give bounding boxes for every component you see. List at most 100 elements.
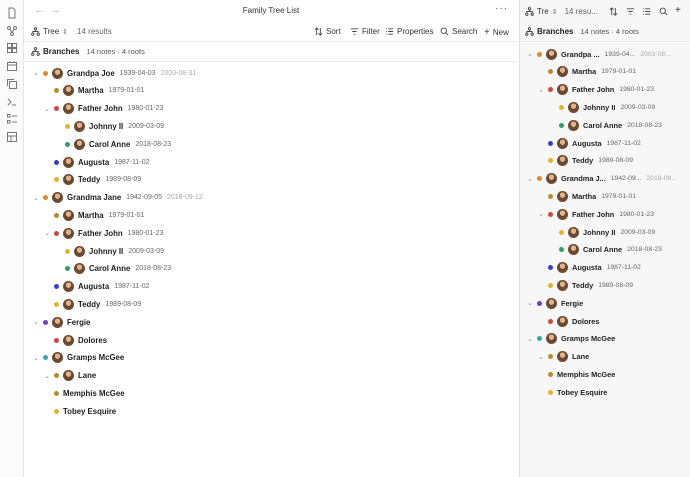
tree-row[interactable]: Johnny II 2009-03-09 (54, 242, 164, 260)
row-name[interactable]: Teddy (78, 300, 100, 309)
tree-row[interactable]: Johnny II 2009-03-09 (548, 98, 655, 116)
tree-row[interactable]: ⌄ Lane (43, 367, 96, 385)
properties-button[interactable]: Properties (385, 27, 433, 36)
chevron-down-icon[interactable]: ⌄ (43, 105, 51, 113)
row-name[interactable]: Teddy (78, 175, 100, 184)
sort-icon[interactable] (609, 7, 618, 16)
row-name[interactable]: Fergie (67, 318, 90, 327)
tree-row[interactable]: Carol Anne 2018-08-23 (54, 135, 171, 153)
chevron-down-icon[interactable]: ⌄ (43, 372, 51, 380)
tree-row[interactable]: Dolores (43, 331, 107, 349)
side-view-selector[interactable]: Tre ⇕ 14 resu... (525, 7, 598, 16)
row-name[interactable]: Grandma J... (561, 174, 606, 183)
tree-row[interactable]: ⌄ Gramps McGee (526, 330, 615, 348)
row-name[interactable]: Grandpa Joe (67, 69, 115, 78)
row-name[interactable]: Martha (78, 211, 104, 220)
view-selector[interactable]: Tree ⇕ 14 results (31, 27, 112, 36)
tree-row[interactable]: ⌄ Father John 1980-01-23 (43, 100, 163, 118)
tree-row[interactable]: Martha 1979-01-01 (43, 206, 144, 224)
row-name[interactable]: Memphis McGee (63, 389, 125, 398)
row-name[interactable]: Augusta (572, 139, 602, 148)
row-name[interactable]: Gramps McGee (67, 353, 124, 362)
tree-row[interactable]: Augusta 1987-11-02 (537, 134, 641, 152)
row-name[interactable]: Father John (572, 85, 614, 94)
tree-row[interactable]: ⌄ Lane (537, 348, 589, 366)
chevron-down-icon[interactable]: ⌄ (32, 194, 40, 202)
tree-row[interactable]: Johnny II 2009-03-09 (54, 117, 164, 135)
chevron-down-icon[interactable]: ⌄ (537, 86, 545, 94)
tree-row[interactable]: Dolores (537, 312, 600, 330)
row-name[interactable]: Carol Anne (89, 140, 130, 149)
chevron-down-icon[interactable]: ⌄ (526, 299, 534, 307)
tree-row[interactable]: Martha 1979-01-01 (537, 187, 636, 205)
tree-row[interactable]: Tobey Esquire (537, 383, 607, 401)
row-name[interactable]: Augusta (572, 263, 602, 272)
graph-icon[interactable] (6, 25, 18, 37)
tree-row[interactable]: ⌄ Father John 1980-01-23 (537, 205, 654, 223)
row-name[interactable]: Gramps McGee (561, 334, 615, 343)
tree-row[interactable]: Tobey Esquire (43, 402, 116, 420)
row-name[interactable]: Johnny II (583, 228, 615, 237)
tree-row[interactable]: Carol Anne 2018-08-23 (548, 241, 662, 259)
tree-row[interactable]: Martha 1979-01-01 (43, 82, 144, 100)
more-options-icon[interactable]: ··· (495, 3, 508, 14)
chevron-down-icon[interactable]: ⌄ (537, 353, 545, 361)
calendar-icon[interactable] (6, 60, 18, 72)
chevron-down-icon[interactable]: ⌄ (32, 354, 40, 362)
row-name[interactable]: Dolores (78, 336, 107, 345)
row-name[interactable]: Carol Anne (89, 264, 130, 273)
tree-row[interactable]: Teddy 1989-08-09 (43, 171, 141, 189)
tree-row[interactable]: ⌄ Father John 1980-01-23 (537, 81, 654, 99)
chevron-down-icon[interactable]: ⌄ (32, 318, 40, 326)
row-name[interactable]: Dolores (572, 317, 600, 326)
tree-row[interactable]: Teddy 1989-08-09 (43, 295, 141, 313)
tree-row[interactable]: ⌄ Gramps McGee (32, 349, 124, 367)
terminal-icon[interactable] (6, 96, 18, 108)
row-name[interactable]: Carol Anne (583, 245, 622, 254)
tree-row[interactable]: ⌄ Grandma Jane 1942-09-05 2018-09-12 (32, 189, 203, 207)
row-name[interactable]: Teddy (572, 156, 593, 165)
tree-row[interactable]: ⌄ Grandma J... 1942-09... 2018-09... (526, 170, 677, 188)
tree-row[interactable]: Augusta 1987-11-02 (43, 278, 150, 296)
row-name[interactable]: Martha (572, 67, 596, 76)
tree-row[interactable]: Memphis McGee (43, 384, 125, 402)
list-icon[interactable] (642, 7, 651, 16)
tree-row[interactable]: Augusta 1987-11-02 (537, 259, 641, 277)
chevron-down-icon[interactable]: ⌄ (526, 50, 534, 58)
sort-button[interactable]: Sort (314, 27, 341, 36)
tree-row[interactable]: ⌄ Grandpa ... 1939-04... 2003-08... (526, 45, 671, 63)
chevron-down-icon[interactable]: ⌄ (43, 229, 51, 237)
row-name[interactable]: Martha (78, 86, 104, 95)
search-button[interactable]: Search (440, 27, 477, 36)
row-name[interactable]: Father John (78, 229, 123, 238)
row-name[interactable]: Tobey Esquire (557, 388, 607, 397)
tree-row[interactable]: Carol Anne 2018-08-23 (54, 260, 171, 278)
tree-row[interactable]: ⌄ Fergie (526, 294, 583, 312)
chevron-down-icon[interactable]: ⌄ (32, 69, 40, 77)
row-name[interactable]: Carol Anne (583, 121, 622, 130)
row-name[interactable]: Johnny II (89, 122, 123, 131)
row-name[interactable]: Augusta (78, 282, 109, 291)
copy-icon[interactable] (6, 78, 18, 90)
checklist-icon[interactable] (6, 113, 18, 125)
file-icon[interactable] (6, 7, 18, 19)
layout-icon[interactable] (6, 131, 18, 143)
chevron-down-icon[interactable]: ⌄ (526, 175, 534, 183)
row-name[interactable]: Teddy (572, 281, 593, 290)
row-name[interactable]: Memphis McGee (557, 370, 615, 379)
tree-row[interactable]: ⌄ Father John 1980-01-23 (43, 224, 163, 242)
chevron-down-icon[interactable]: ⌄ (537, 210, 545, 218)
tree-row[interactable]: Teddy 1989-08-09 (537, 152, 633, 170)
tree-row[interactable]: Johnny II 2009-03-09 (548, 223, 655, 241)
tree-row[interactable]: Memphis McGee (537, 365, 615, 383)
row-name[interactable]: Johnny II (583, 103, 615, 112)
blocks-icon[interactable] (6, 42, 18, 54)
plus-icon[interactable]: + (675, 5, 681, 16)
row-name[interactable]: Fergie (561, 299, 583, 308)
tree-row[interactable]: ⌄ Grandpa Joe 1939-04-03 2003-08-31 (32, 64, 196, 82)
row-name[interactable]: Martha (572, 192, 596, 201)
search-icon[interactable] (659, 7, 668, 16)
chevron-down-icon[interactable]: ⌄ (526, 335, 534, 343)
tree-row[interactable]: Augusta 1987-11-02 (43, 153, 150, 171)
row-name[interactable]: Grandpa ... (561, 50, 600, 59)
